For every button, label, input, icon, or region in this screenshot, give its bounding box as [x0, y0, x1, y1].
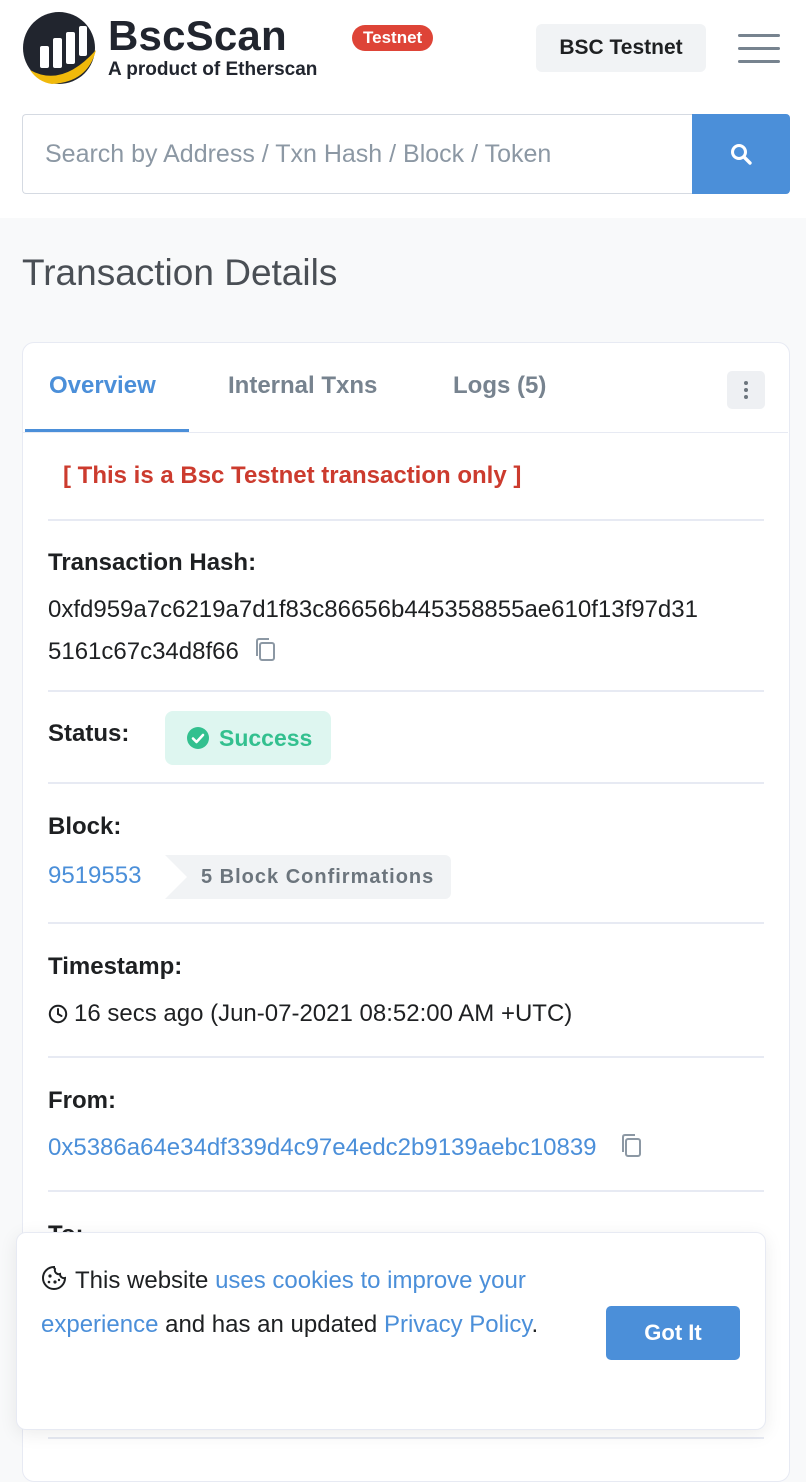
from-label: From: — [48, 1087, 116, 1114]
status-value: Success — [219, 724, 313, 751]
divider — [48, 922, 764, 924]
more-vertical-icon[interactable] — [727, 371, 765, 409]
got-it-button[interactable]: Got It — [606, 1306, 740, 1360]
testnet-badge: Testnet — [352, 25, 434, 51]
tab-bar: Overview Internal Txns Logs (5) — [23, 343, 788, 433]
menu-bar — [738, 60, 780, 63]
tx-hash-label: Transaction Hash: — [48, 549, 257, 576]
page-title: Transaction Details — [22, 252, 338, 293]
from-row: 0x5386a64e34df339d4c97e4edc2b9139aebc108… — [48, 1127, 643, 1169]
clock-icon — [48, 1004, 68, 1024]
tx-hash-line-1: 0xfd959a7c6219a7d1f83c86656b445358855ae6… — [48, 596, 698, 623]
divider — [48, 1437, 764, 1439]
divider — [48, 1190, 764, 1192]
divider — [48, 782, 764, 784]
timestamp-label: Timestamp: — [48, 953, 183, 980]
tab-logs[interactable]: Logs (5) — [453, 369, 546, 403]
search-box — [22, 114, 694, 194]
block-label: Block: — [48, 813, 122, 840]
block-number-link[interactable]: 9519553 — [48, 855, 141, 897]
tx-hash-value: 5161c67c34d8f66 — [48, 631, 277, 673]
copy-icon[interactable] — [253, 637, 277, 663]
divider — [48, 690, 764, 692]
divider — [48, 519, 764, 521]
tab-internal-txns[interactable]: Internal Txns — [228, 369, 377, 403]
search-button[interactable] — [692, 114, 790, 194]
privacy-policy-link[interactable]: Privacy Policy — [384, 1311, 532, 1338]
menu-bar — [738, 34, 780, 37]
cookie-text-1: This website — [75, 1267, 216, 1294]
cookie-message: This website uses cookies to improve you… — [41, 1259, 601, 1347]
from-address-link[interactable]: 0x5386a64e34df339d4c97e4edc2b9139aebc108… — [48, 1134, 597, 1161]
cookie-text-3: . — [531, 1311, 539, 1338]
cookie-icon — [42, 1265, 67, 1290]
brand-name[interactable]: BscScan — [108, 12, 287, 60]
timestamp-value: 16 secs ago (Jun-07-2021 08:52:00 AM +UT… — [74, 1000, 573, 1027]
cookie-banner: This website uses cookies to improve you… — [16, 1232, 766, 1430]
menu-bar — [738, 47, 780, 50]
hamburger-menu-icon[interactable] — [738, 34, 780, 66]
tab-overview[interactable]: Overview — [49, 369, 156, 403]
brand-tagline: A product of Etherscan — [108, 59, 318, 80]
timestamp-row: 16 secs ago (Jun-07-2021 08:52:00 AM +UT… — [48, 993, 572, 1035]
divider — [48, 1056, 764, 1058]
bscscan-logo-icon[interactable] — [22, 12, 98, 86]
search-icon — [731, 144, 752, 165]
status-badge: Success — [165, 711, 331, 765]
search-input[interactable] — [23, 115, 694, 193]
check-circle-icon — [187, 727, 209, 749]
block-confirmations: 5 Block Confirmations — [165, 855, 451, 899]
copy-icon[interactable] — [619, 1133, 643, 1159]
tx-hash-line-2: 5161c67c34d8f66 — [48, 638, 239, 665]
site-header: BscScan A product of Etherscan Testnet B… — [0, 0, 806, 218]
testnet-notice: [ This is a Bsc Testnet transaction only… — [63, 462, 522, 489]
cookie-text-2: and has an updated — [158, 1311, 384, 1338]
status-label: Status: — [48, 720, 130, 747]
network-selector-button[interactable]: BSC Testnet — [536, 24, 706, 72]
active-tab-indicator — [25, 429, 189, 432]
